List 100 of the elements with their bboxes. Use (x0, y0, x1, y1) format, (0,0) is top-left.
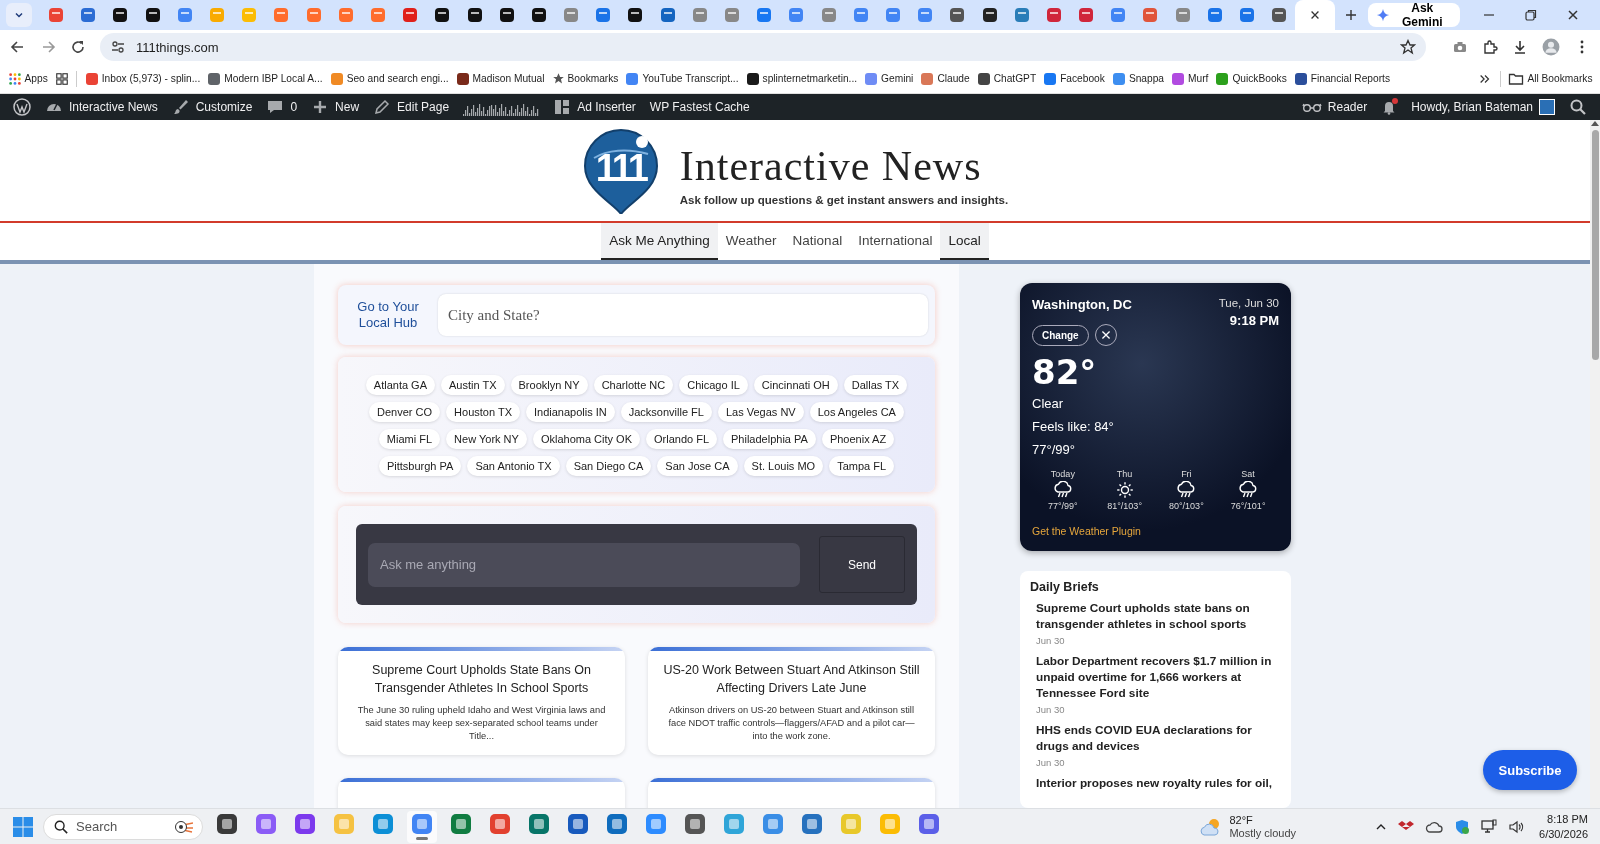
download-icon[interactable] (1512, 39, 1528, 55)
city-chip[interactable]: San Diego CA (565, 456, 652, 476)
bookmark-link[interactable]: Snappa (1108, 66, 1168, 91)
city-chip[interactable]: Houston TX (446, 402, 520, 422)
nav-tab[interactable]: National (784, 223, 851, 260)
weather-plugin-link[interactable]: Get the Weather Plugin (1032, 525, 1141, 537)
network-icon[interactable] (1481, 818, 1498, 835)
scrollbar[interactable] (1590, 120, 1600, 808)
bookmark-link[interactable]: Apps (4, 66, 52, 91)
admin-bar-link[interactable]: Interactive News (38, 94, 165, 120)
bookmark-link[interactable]: Claude (916, 66, 974, 91)
admin-bar-link[interactable]: Edit Page (366, 94, 457, 120)
ask-gemini-button[interactable]: Ask Gemini (1367, 3, 1460, 27)
bookmark-link[interactable]: Bookmarks (548, 66, 622, 91)
bookmark-link[interactable]: Murf (1167, 66, 1212, 91)
admin-bar-link[interactable]: New (304, 94, 367, 120)
bookmark-link[interactable]: YouTube Transcript... (621, 66, 743, 91)
card-title[interactable]: Supreme Court Upholds State Bans On Transgender Athletes In School Sports (352, 661, 611, 697)
news-card[interactable] (648, 778, 935, 808)
site-settings-icon[interactable] (110, 39, 126, 55)
scrollbar-thumb[interactable] (1591, 130, 1599, 360)
nav-tab[interactable]: Weather (717, 223, 785, 260)
brief-headline-link[interactable]: Interior proposes new royalty rules for oil, (1036, 775, 1281, 791)
city-chip[interactable]: Denver CO (369, 402, 441, 422)
bookmark-link[interactable]: QuickBooks (1211, 66, 1291, 91)
bookmark-link[interactable]: Madison Mutual (452, 66, 548, 91)
close-icon[interactable] (1566, 8, 1580, 22)
all-bookmarks-button[interactable]: All Bookmarks (1504, 66, 1596, 91)
admin-bar-link[interactable]: Ad Inserter (546, 94, 643, 120)
admin-bar-link[interactable]: Customize (164, 94, 260, 120)
restore-icon[interactable] (1524, 8, 1538, 22)
city-chip[interactable]: San Jose CA (657, 456, 738, 476)
city-chip[interactable]: Brooklyn NY (510, 375, 588, 395)
back-icon[interactable] (10, 39, 26, 55)
forward-icon[interactable] (40, 39, 56, 55)
extensions-icon[interactable] (1482, 39, 1498, 55)
city-chip[interactable]: Philadelphia PA (723, 429, 816, 449)
brief-headline-link[interactable]: Labor Department recovers $1.7 million in unpaid overtime for 1,666 workers at Tennessee Ford site (1036, 653, 1281, 701)
city-chip[interactable]: Las Vegas NV (717, 402, 804, 422)
address-bar[interactable]: 111things.com (100, 33, 1426, 61)
city-chip[interactable]: Phoenix AZ (821, 429, 895, 449)
city-chip[interactable]: New York NY (446, 429, 527, 449)
city-chip[interactable]: Pittsburgh PA (378, 456, 462, 476)
brief-headline-link[interactable]: HHS ends COVID EUA declarations for drugs and devices (1036, 722, 1281, 754)
city-input-field[interactable]: City and State? (438, 294, 928, 336)
city-chip[interactable]: Oklahoma City OK (532, 429, 640, 449)
bookmark-link[interactable]: splinternetmarketin... (742, 66, 861, 91)
city-chip[interactable]: Los Angeles CA (809, 402, 904, 422)
site-logo[interactable]: 111 (581, 127, 660, 214)
bookmark-link[interactable]: Gemini (860, 66, 917, 91)
city-chip[interactable]: Dallas TX (843, 375, 908, 395)
brief-headline-link[interactable]: Supreme Court upholds state bans on transgender athletes in school sports (1036, 600, 1281, 632)
bookmark-link[interactable]: Seo and search engi... (326, 66, 453, 91)
city-chip[interactable]: St. Louis MO (743, 456, 824, 476)
city-chip[interactable]: Orlando FL (646, 429, 717, 449)
city-chip[interactable]: San Antonio TX (467, 456, 560, 476)
city-chip[interactable]: Chicago IL (679, 375, 748, 395)
city-chip[interactable]: Austin TX (441, 375, 505, 395)
bookmark-link[interactable]: Inbox (5,973) - splin... (81, 66, 204, 91)
news-card[interactable]: Supreme Court Upholds State Bans On Transgender Athletes In School Sports The June 30 ruling upheld Idaho and West Virginia laws and said states may keep sex-separated school teams under Title... (338, 647, 625, 755)
bookmark-link[interactable]: Facebook (1039, 66, 1109, 91)
taskbar-search-field[interactable]: Search (43, 813, 203, 840)
nav-tab[interactable]: Ask Me Anything (601, 223, 718, 260)
admin-bar-link[interactable]: 0 (259, 94, 305, 120)
clock-date[interactable]: 6/30/2026 (1539, 826, 1588, 842)
admin-bar-link[interactable]: Reader (1294, 94, 1375, 120)
profile-avatar-icon[interactable] (1542, 38, 1560, 56)
bookmark-link[interactable]: Modern IBP Local A... (203, 66, 327, 91)
clock-time[interactable]: 8:18 PM (1539, 811, 1588, 827)
feels-like-text: Feels like: 84° (1032, 419, 1115, 434)
bookmark-star-icon[interactable] (1400, 39, 1416, 55)
nav-tab[interactable]: International (850, 223, 941, 260)
news-card[interactable] (648, 647, 935, 755)
taskbar-weather-widget[interactable]: 82°F Mostly cloudy (1199, 813, 1297, 840)
taskbar-app[interactable] (407, 810, 437, 843)
card-title[interactable]: US-20 Work Between Stuart And Atkinson Still Affecting Drivers Late June (662, 661, 921, 697)
site-tagline: Ask follow up questions & get instant answers and insights. (679, 193, 1009, 206)
admin-bar-link[interactable]: Howdy, Brian Bateman (1404, 94, 1562, 120)
shield-icon[interactable] (1454, 818, 1471, 835)
volume-icon[interactable] (1508, 818, 1525, 835)
windows-start-icon[interactable] (12, 815, 34, 838)
city-chip[interactable]: Atlanta GA (365, 375, 435, 395)
city-chip[interactable]: Cincinnati OH (753, 375, 838, 395)
city-chip[interactable]: Miami FL (378, 429, 441, 449)
city-chip[interactable]: Indianapolis IN (525, 402, 615, 422)
reload-icon[interactable] (70, 39, 86, 55)
plus-icon (1344, 8, 1359, 22)
bookmark-link[interactable]: Financial Reports (1290, 66, 1394, 91)
city-chip[interactable]: Jacksonville FL (620, 402, 712, 422)
city-chip[interactable]: Tampa FL (829, 456, 895, 476)
nav-tab[interactable]: Local (940, 223, 989, 260)
city-chip[interactable]: Charlotte NC (593, 375, 674, 395)
camera-icon[interactable] (1452, 39, 1468, 55)
cloud-icon[interactable] (1425, 819, 1444, 834)
send-button[interactable]: Send (819, 536, 905, 593)
ask-input-field[interactable]: Ask me anything (368, 542, 800, 587)
bookmark-link[interactable]: ChatGPT (973, 66, 1040, 91)
admin-bar-link[interactable]: WP Fastest Cache (642, 94, 757, 120)
news-card[interactable] (338, 778, 625, 808)
subscribe-button[interactable]: Subscribe (1483, 750, 1577, 790)
